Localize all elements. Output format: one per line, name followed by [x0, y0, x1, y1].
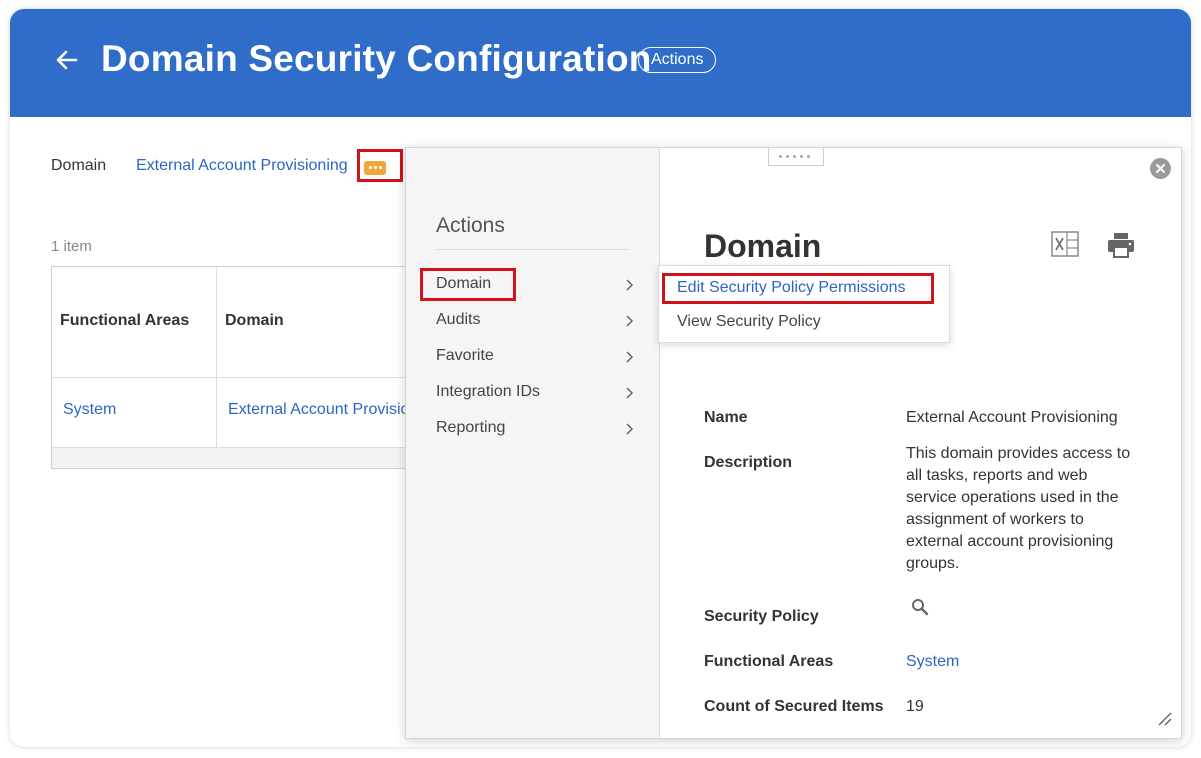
- field-label-name: Name: [704, 409, 748, 426]
- field-label-security-policy: Security Policy: [704, 608, 819, 625]
- chevron-right-icon: [626, 279, 634, 291]
- menu-item-label: Reporting: [436, 419, 506, 436]
- menu-item-label: Domain: [436, 275, 492, 292]
- field-label-description: Description: [704, 454, 793, 471]
- print-icon[interactable]: [1106, 231, 1136, 259]
- menu-item-audits[interactable]: Audits: [436, 308, 636, 334]
- field-value-count-secured-items: 19: [906, 698, 924, 715]
- chevron-right-icon: [626, 423, 634, 435]
- chevron-right-icon: [626, 387, 634, 399]
- domain-submenu: Edit Security Policy Permissions View Se…: [658, 265, 950, 343]
- menu-item-reporting[interactable]: Reporting: [436, 416, 636, 442]
- domain-prompt-label: Domain: [51, 157, 107, 174]
- actions-menu-title: Actions: [436, 214, 505, 237]
- column-header-domain[interactable]: Domain: [225, 312, 284, 330]
- menu-item-label: Audits: [436, 311, 481, 328]
- chevron-right-icon: [626, 351, 634, 363]
- cell-domain-link[interactable]: External Account Provisioning: [228, 401, 408, 419]
- field-value-name: External Account Provisioning: [906, 409, 1118, 426]
- results-grid: Functional Areas Domain System External …: [51, 266, 421, 469]
- resize-grip-icon[interactable]: [1156, 710, 1172, 726]
- table-row: System External Account Provisioning: [52, 377, 420, 448]
- page-title: Domain Security Configuration: [101, 38, 652, 79]
- menu-divider: [436, 249, 629, 250]
- related-actions-button[interactable]: [364, 161, 386, 175]
- column-header-functional-areas[interactable]: Functional Areas: [60, 312, 189, 330]
- drag-handle-icon[interactable]: [768, 148, 824, 166]
- search-icon[interactable]: [911, 598, 929, 616]
- field-label-count-secured-items: Count of Secured Items: [704, 698, 884, 715]
- related-actions-popup: Actions Domain Audits Favorite Integrati…: [405, 147, 1182, 739]
- cell-functional-area-link[interactable]: System: [63, 401, 203, 419]
- field-value-functional-areas-link[interactable]: System: [906, 653, 959, 671]
- menu-item-favorite[interactable]: Favorite: [436, 344, 636, 370]
- menu-item-label: Favorite: [436, 347, 494, 364]
- back-arrow-icon[interactable]: [54, 47, 80, 73]
- menu-item-label: Integration IDs: [436, 383, 541, 400]
- submenu-item-edit-security-policy-permissions[interactable]: Edit Security Policy Permissions: [677, 279, 906, 297]
- actions-menu-pane: Actions Domain Audits Favorite Integrati…: [406, 148, 660, 738]
- ellipsis-icon: [369, 166, 372, 169]
- domain-prompt-link[interactable]: External Account Provisioning: [136, 157, 348, 175]
- field-value-description: This domain provides access to all tasks…: [906, 445, 1131, 572]
- item-count: 1 item: [51, 238, 92, 255]
- header-actions-button[interactable]: Actions: [638, 47, 717, 73]
- column-divider: [216, 267, 217, 447]
- field-label-functional-areas: Functional Areas: [704, 653, 834, 670]
- menu-item-integration-ids[interactable]: Integration IDs: [436, 380, 636, 406]
- detail-title: Domain: [704, 228, 822, 264]
- horizontal-scrollbar[interactable]: [52, 448, 420, 468]
- app-frame: Domain Security Configuration Actions Do…: [10, 9, 1191, 747]
- page-header: Domain Security Configuration Actions: [10, 9, 1191, 117]
- submenu-item-view-security-policy[interactable]: View Security Policy: [677, 313, 821, 331]
- excel-icon[interactable]: [1051, 231, 1079, 257]
- chevron-right-icon: [626, 315, 634, 327]
- menu-item-domain[interactable]: Domain: [436, 272, 636, 298]
- close-icon[interactable]: [1150, 158, 1171, 179]
- grid-header-row: Functional Areas Domain: [52, 267, 420, 378]
